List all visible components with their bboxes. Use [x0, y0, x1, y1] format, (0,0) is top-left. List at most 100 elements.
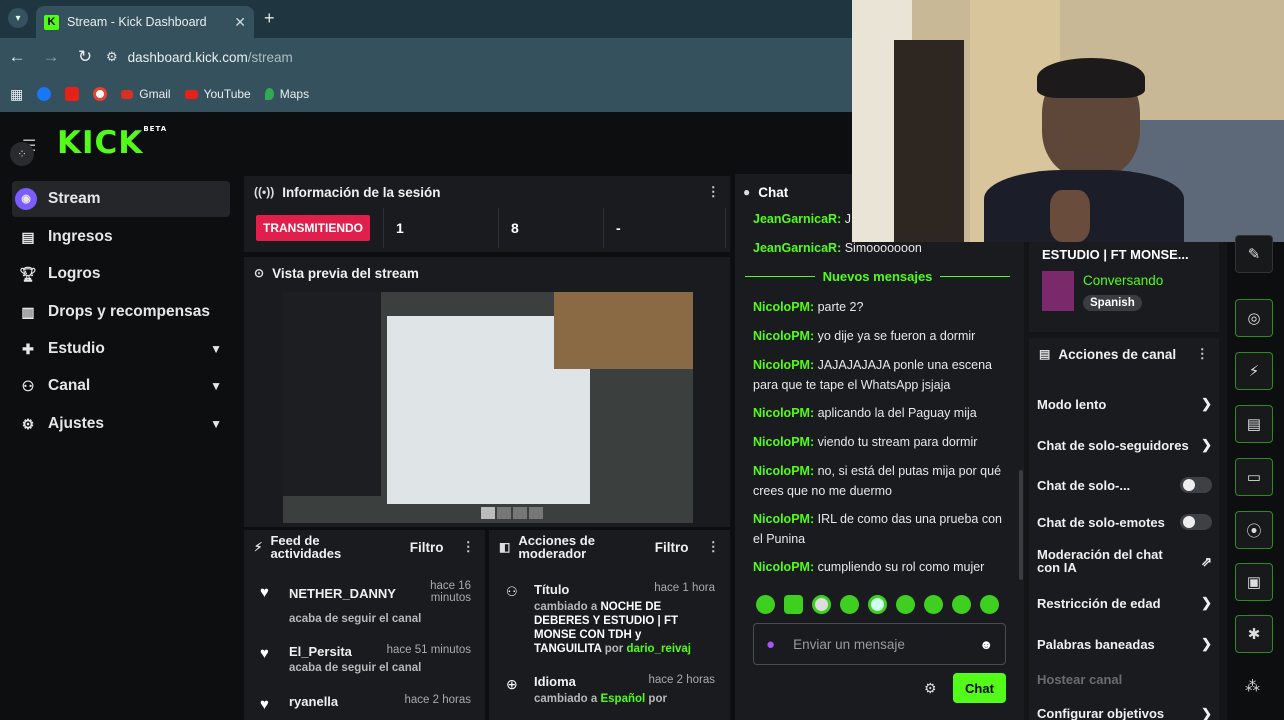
toggle-switch[interactable] [1180, 477, 1212, 493]
trophy-icon: 🏆︎ [19, 265, 37, 282]
webcam-overlay [852, 0, 1284, 242]
browser-tab[interactable]: K Stream - Kick Dashboard ✕ [36, 6, 254, 38]
preview-webcam-thumbnail [554, 292, 693, 369]
stream-preview-video[interactable] [283, 292, 693, 523]
session-stats-row: TRANSMITIENDO 1 8 - [244, 208, 730, 248]
close-tab-icon[interactable]: ✕ [234, 14, 246, 31]
heart-icon: ♥ [260, 696, 269, 713]
camera-icon[interactable]: ◎ [1235, 299, 1273, 337]
broadcast-icon: ((•)) [254, 185, 275, 199]
action-modo-lento[interactable]: Modo lento ❯ [1037, 396, 1212, 412]
action-configurar-objetivos[interactable]: Configurar objetivos ❯ [1037, 706, 1212, 720]
new-messages-divider: Nuevos mensajes [745, 269, 1010, 284]
emote-icon[interactable] [756, 595, 775, 614]
action-palabras-baneadas[interactable]: Palabras baneadas ❯ [1037, 636, 1212, 652]
kick-favicon-icon: K [44, 14, 59, 30]
google-icon[interactable] [93, 87, 108, 101]
chat-input[interactable]: ● Enviar un mensaje ☻ [753, 623, 1006, 665]
bookmark-gmail[interactable]: Gmail [121, 87, 171, 101]
chat-bubble-icon[interactable]: ▭ [1235, 458, 1273, 496]
bookmark-label: YouTube [203, 87, 251, 101]
action-restriccion-edad[interactable]: Restricción de edad ❯ [1037, 595, 1212, 611]
more-options-icon[interactable]: ⋮ [1196, 346, 1210, 362]
facebook-icon[interactable] [37, 87, 52, 101]
share-icon[interactable]: ⁂ [1245, 677, 1260, 695]
session-stat: - [604, 208, 726, 248]
emote-icon[interactable] [784, 595, 803, 614]
emote-icon[interactable] [840, 595, 859, 614]
activity-filter-button[interactable]: Filtro [410, 540, 444, 555]
sidebar-item-ingresos[interactable]: ▤ Ingresos [12, 219, 230, 255]
site-settings-icon[interactable]: ⚙ [106, 49, 118, 65]
chevron-right-icon: ❯ [1201, 396, 1212, 411]
emote-icon[interactable] [896, 595, 915, 614]
sidebar-item-logros[interactable]: 🏆︎ Logros [12, 256, 230, 292]
bookmark-label: Maps [279, 87, 310, 101]
chat-settings-icon[interactable]: ⚙ [924, 680, 937, 697]
microphone-icon[interactable]: ● [766, 636, 775, 653]
youtube-icon [184, 89, 198, 99]
session-stat: 1 [384, 208, 499, 248]
toggle-switch[interactable] [1180, 514, 1212, 530]
bookmark-maps[interactable]: Maps [264, 87, 310, 101]
action-moderacion-ia[interactable]: Moderación del chat con IA ⇗ [1037, 548, 1212, 574]
new-tab-button[interactable]: + [264, 8, 275, 29]
emote-bar[interactable] [756, 595, 1006, 617]
action-solo-suscriptores[interactable]: Chat de solo-... [1037, 477, 1212, 493]
bookmark-youtube[interactable]: YouTube [184, 87, 251, 101]
sidebar-item-ajustes[interactable]: ⚙ Ajustes ▼ [12, 406, 230, 442]
more-options-icon[interactable]: ⋮ [462, 539, 476, 555]
action-solo-emotes[interactable]: Chat de solo-emotes [1037, 514, 1212, 530]
emote-icon[interactable] [812, 595, 831, 614]
revenue-icon: ▤ [21, 228, 35, 245]
chevron-right-icon: ❯ [1201, 595, 1212, 610]
bolt-icon[interactable]: ⚡︎ [1235, 352, 1273, 390]
mod-filter-button[interactable]: Filtro [655, 540, 689, 555]
wrench-icon[interactable]: ✱ [1235, 615, 1273, 653]
reload-icon[interactable]: ↻ [68, 47, 102, 67]
sidebar-item-stream[interactable]: ◉ Stream [12, 181, 230, 217]
emoji-icon[interactable]: ☻ [979, 637, 993, 652]
emote-icon[interactable] [952, 595, 971, 614]
bookmarks-bar: ▦ Gmail YouTube Maps [0, 76, 852, 112]
sidebar-item-estudio[interactable]: ✚ Estudio ▼ [12, 331, 230, 367]
apps-grid-icon[interactable]: ▦ [10, 86, 23, 103]
send-chat-button[interactable]: Chat [953, 673, 1006, 703]
chat-header: ● Chat [743, 184, 789, 200]
apps-switcher-icon[interactable]: ⁘ [10, 142, 34, 166]
forward-arrow-icon[interactable]: → [34, 47, 68, 67]
emote-icon[interactable] [924, 595, 943, 614]
youtube-icon[interactable] [65, 87, 80, 101]
gmail-icon [121, 89, 134, 99]
category-link[interactable]: Conversando [1083, 273, 1163, 288]
chevron-down-icon: ▼ [210, 417, 222, 431]
chat-message: NicoloPM: JAJAJAJAJA ponle una escena pa… [753, 358, 993, 392]
tab-title: Stream - Kick Dashboard [67, 15, 207, 29]
emote-icon[interactable] [980, 595, 999, 614]
url-field[interactable]: ⚙ dashboard.kick.com/stream [106, 49, 293, 65]
tab-search-button[interactable]: ▾ [8, 8, 28, 28]
chat-scrollbar[interactable] [1019, 470, 1023, 580]
broadcast-icon[interactable]: ⦿ [1235, 511, 1273, 549]
maps-pin-icon [264, 88, 274, 100]
sidebar-item-canal[interactable]: ⚇ Canal ▼ [12, 368, 230, 404]
preview-chat-thumbnail [283, 292, 381, 496]
action-solo-seguidores[interactable]: Chat de solo-seguidores ❯ [1037, 437, 1212, 453]
session-info-header: ((•)) Información de la sesión ⋮ [254, 184, 721, 200]
document-icon[interactable]: ▤ [1235, 405, 1273, 443]
sidebar-item-drops[interactable]: ▥ Drops y recompensas [12, 294, 230, 330]
action-hostear-canal: Hostear canal [1037, 672, 1123, 687]
layout-icon[interactable]: ▣ [1235, 563, 1273, 601]
category-thumbnail[interactable] [1042, 271, 1074, 311]
external-link-icon: ⇗ [1201, 553, 1212, 569]
more-options-icon[interactable]: ⋮ [707, 539, 721, 555]
edit-icon[interactable]: ✎ [1235, 235, 1273, 273]
emote-icon[interactable] [868, 595, 887, 614]
preview-controls[interactable] [481, 507, 543, 519]
preview-icon: ⊙ [254, 266, 265, 280]
chevron-down-icon: ▼ [210, 379, 222, 393]
more-options-icon[interactable]: ⋮ [707, 184, 721, 200]
kick-logo[interactable]: KICKBETA [57, 125, 167, 161]
back-arrow-icon[interactable]: ← [0, 47, 34, 67]
chat-message: NicoloPM: yo dije ya se fueron a dormir [753, 329, 976, 343]
